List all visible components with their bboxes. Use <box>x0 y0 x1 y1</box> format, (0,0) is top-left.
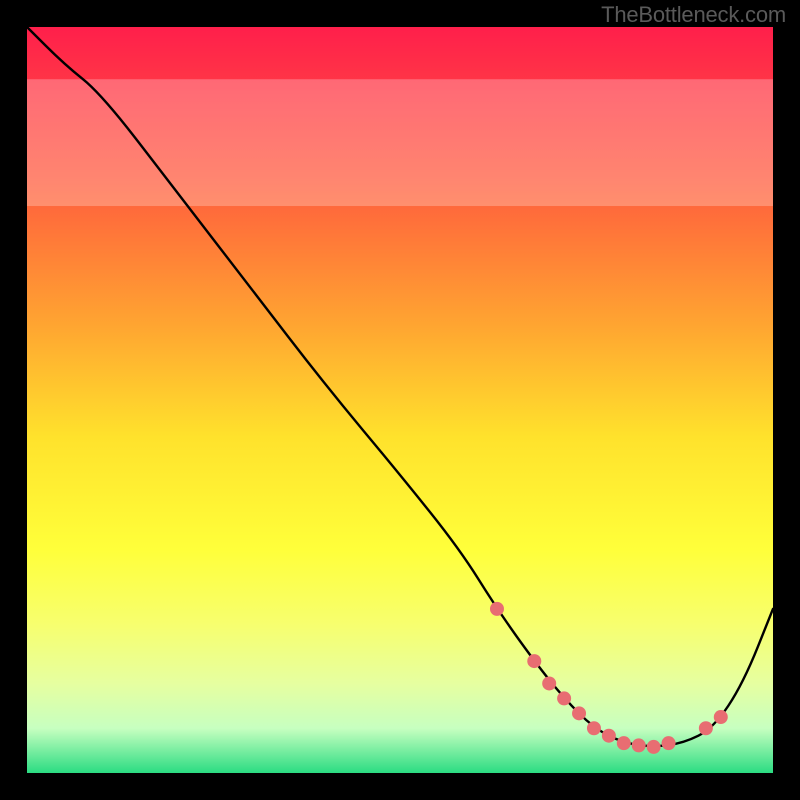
highlight-point <box>557 691 571 705</box>
highlight-point <box>587 721 601 735</box>
highlight-point <box>662 736 676 750</box>
watermark-text: TheBottleneck.com <box>601 2 786 28</box>
highlight-point <box>714 710 728 724</box>
highlight-point <box>490 602 504 616</box>
highlight-point <box>617 736 631 750</box>
highlight-point <box>699 721 713 735</box>
bottleneck-chart-svg <box>27 27 773 773</box>
highlight-point <box>647 740 661 754</box>
chart-frame: TheBottleneck.com <box>0 0 800 800</box>
highlight-point <box>632 738 646 752</box>
highlight-point <box>602 729 616 743</box>
highlight-point <box>542 676 556 690</box>
highlight-point <box>527 654 541 668</box>
plot-area <box>27 27 773 773</box>
highlight-point <box>572 706 586 720</box>
